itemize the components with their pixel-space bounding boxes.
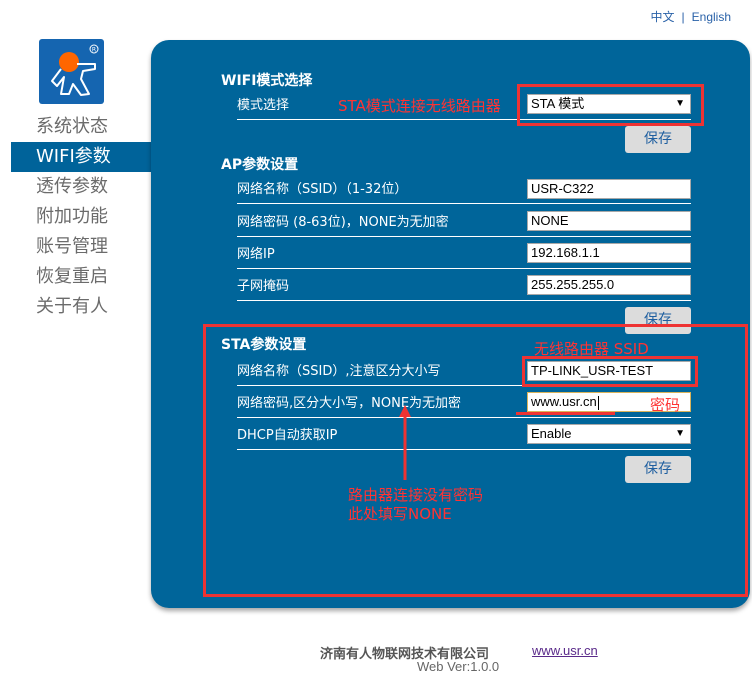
logo-runner-icon: R [51,44,99,96]
language-switcher: 中文 | English [651,8,732,25]
annotation-arrow-icon [399,405,411,480]
ap-ip-label: 网络IP [237,247,275,262]
ap-ssid-row: 网络名称（SSID）（1-32位） USR-C322 [237,172,691,204]
sidebar-item-account[interactable]: 账号管理 [11,232,151,262]
sidebar-nav: 系统状态 WIFI参数 透传参数 附加功能 账号管理 恢复重启 关于有人 [11,112,151,322]
ap-ip-row: 网络IP 192.168.1.1 [237,237,691,269]
ap-ssid-input[interactable]: USR-C322 [527,179,691,199]
sidebar-item-restore-restart[interactable]: 恢复重启 [11,262,151,292]
ap-section-title: AP参数设置 [221,157,299,173]
sidebar-item-transparent-params[interactable]: 透传参数 [11,172,151,202]
footer-web-version: Web Ver:1.0.0 [417,659,500,674]
ap-password-row: 网络密码 (8-63位)，NONE为无加密 NONE [237,205,691,237]
lang-chinese-link[interactable]: 中文 [651,10,675,24]
annotation-mode-note: STA模式连接无线路由器 [338,97,501,115]
mode-label: 模式选择 [237,98,290,113]
wifi-mode-section-title: WIFI模式选择 [221,73,313,89]
annotation-mode-box [517,84,704,126]
annotation-none-note-line2: 此处填写NONE [348,505,452,523]
ap-mask-label: 子网掩码 [237,279,290,294]
annotation-none-note: 路由器连接没有密码 此处填写NONE [348,486,483,524]
lang-separator: | [681,10,685,24]
wifi-mode-save-button[interactable]: 保存 [625,126,691,153]
ap-password-input[interactable]: NONE [527,211,691,231]
sidebar-item-about[interactable]: 关于有人 [11,292,151,322]
lang-english-link[interactable]: English [692,10,731,24]
footer-website-link[interactable]: www.usr.cn [532,643,598,658]
annotation-password-underline [516,412,615,415]
sidebar-item-wifi-params[interactable]: WIFI参数 [11,142,151,172]
ap-mask-input[interactable]: 255.255.255.0 [527,275,691,295]
ap-mask-row: 子网掩码 255.255.255.0 [237,269,691,301]
annotation-password-note: 密码 [650,396,681,414]
annotation-ssid-box [522,356,698,387]
ap-ssid-label: 网络名称（SSID）（1-32位） [237,182,408,197]
sidebar-item-system-status[interactable]: 系统状态 [11,112,151,142]
usr-logo: R [39,39,104,104]
ap-ip-input[interactable]: 192.168.1.1 [527,243,691,263]
sidebar-item-extra-functions[interactable]: 附加功能 [11,202,151,232]
svg-text:R: R [92,47,96,54]
ap-password-label: 网络密码 (8-63位)，NONE为无加密 [237,215,449,230]
annotation-none-note-line1: 路由器连接没有密码 [348,486,484,504]
